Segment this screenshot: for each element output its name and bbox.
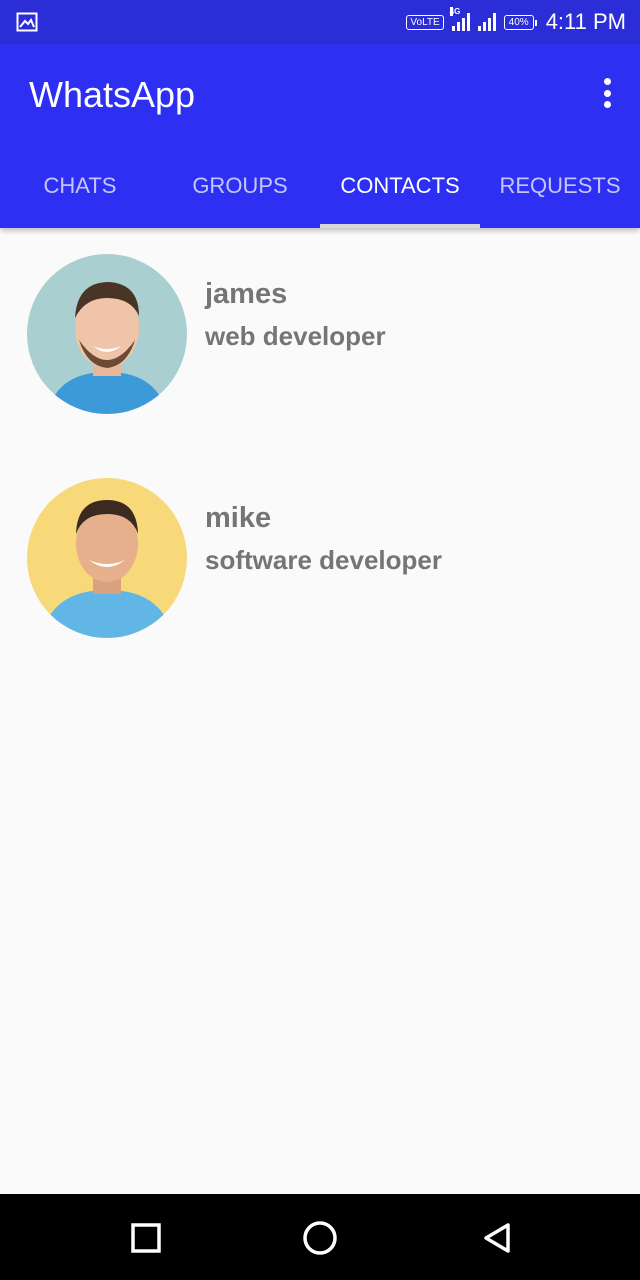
back-button[interactable]: [478, 1218, 518, 1258]
network-type-label: 4G: [449, 7, 461, 16]
avatar[interactable]: [27, 254, 187, 414]
contact-name: mike: [205, 502, 272, 534]
navigation-bar: [0, 1194, 640, 1280]
battery-icon: 40%: [503, 14, 537, 30]
contact-status: web developer: [205, 321, 386, 351]
status-clock: 4:11 PM: [545, 9, 626, 34]
app-bar: WhatsApp CHATS GROUPS CONTACTS REQUESTS: [0, 44, 640, 228]
status-bar: VoLTE 4G 40% 4:11 PM: [0, 0, 640, 44]
volte-indicator: VoLTE: [406, 14, 444, 30]
signal-4g-icon: 4G: [449, 7, 470, 31]
tab-bar: CHATS GROUPS CONTACTS REQUESTS: [0, 144, 640, 228]
contact-item[interactable]: james web developer: [0, 228, 640, 418]
app-title: WhatsApp: [29, 74, 196, 115]
tab-chats[interactable]: CHATS: [0, 144, 160, 228]
tab-contacts[interactable]: CONTACTS: [320, 144, 480, 228]
overflow-menu-button[interactable]: [600, 78, 614, 108]
avatar[interactable]: [27, 478, 187, 638]
contact-status: software developer: [205, 545, 442, 575]
gallery-notification-icon: [16, 12, 38, 32]
tab-groups[interactable]: GROUPS: [160, 144, 320, 228]
more-vert-icon: [603, 78, 611, 85]
contact-name: james: [205, 278, 288, 310]
signal-icon: [477, 13, 496, 31]
home-button[interactable]: [300, 1218, 340, 1258]
tab-requests[interactable]: REQUESTS: [480, 144, 640, 228]
recents-button[interactable]: [126, 1218, 166, 1258]
contact-item[interactable]: mike software developer: [0, 452, 640, 642]
